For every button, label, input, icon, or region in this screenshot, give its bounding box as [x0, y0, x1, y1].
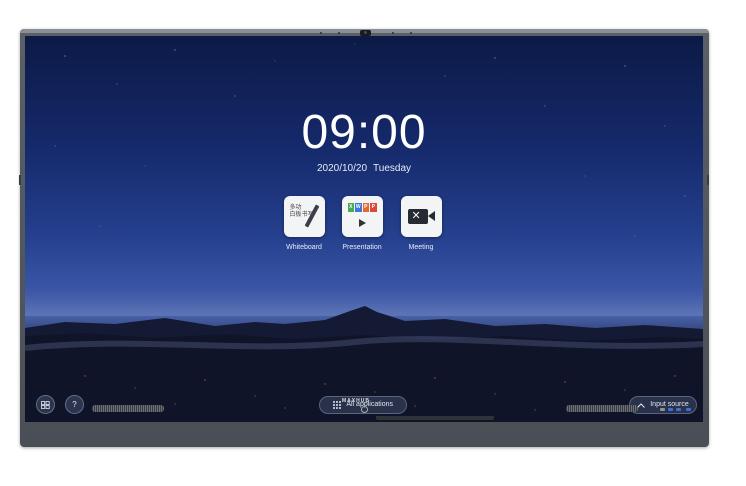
app-label-whiteboard: Whiteboard	[286, 244, 322, 251]
usb-port	[676, 408, 681, 411]
play-icon	[358, 219, 366, 227]
port-indicator	[660, 408, 665, 411]
input-source-button[interactable]: Input source	[629, 396, 697, 414]
date-text: 2020/10/20	[316, 163, 368, 174]
mic-dot	[320, 32, 322, 34]
power-button-icon[interactable]	[361, 406, 368, 413]
meeting-icon[interactable]: ✕	[400, 196, 442, 237]
office-color-bar: X W P P	[347, 203, 377, 212]
side-button	[707, 175, 709, 185]
x-mark-icon: ✕	[411, 210, 421, 222]
windows-button[interactable]	[36, 395, 55, 414]
speaker-grille-right	[566, 405, 638, 412]
app-presentation[interactable]: X W P P Presentation	[332, 196, 392, 252]
usb-port	[668, 408, 673, 411]
weekday-text: Tuesday	[373, 163, 412, 174]
date-line: 2020/10/20 Tuesday	[25, 163, 703, 174]
app-label-presentation: Presentation	[342, 244, 382, 251]
whiteboard-icon[interactable]: 多功 白板书写	[283, 196, 325, 237]
help-button[interactable]: ?	[65, 395, 84, 414]
mic-dot	[410, 32, 412, 34]
app-whiteboard[interactable]: 多功 白板书写 Whiteboard	[274, 196, 334, 252]
mic-dot	[338, 32, 340, 34]
chevron-up-icon	[637, 402, 646, 408]
speaker-grille-left	[92, 405, 164, 412]
usb-port	[686, 408, 691, 411]
windows-icon	[41, 400, 50, 409]
side-button	[19, 175, 21, 185]
home-screen: 09:00 2020/10/20 Tuesday 多功 白板书写 Whiteboa…	[25, 36, 703, 422]
presentation-icon[interactable]: X W P P	[341, 196, 383, 237]
mic-dot	[392, 32, 394, 34]
clock-time: 09:00	[301, 106, 427, 159]
app-meeting[interactable]: ✕ Meeting	[391, 196, 451, 252]
app-label-meeting: Meeting	[408, 244, 434, 251]
bottom-dock-strip	[376, 416, 494, 420]
video-camera-lens	[427, 211, 435, 221]
help-icon: ?	[72, 400, 77, 409]
brand-logo: MAXHUB	[342, 398, 370, 404]
